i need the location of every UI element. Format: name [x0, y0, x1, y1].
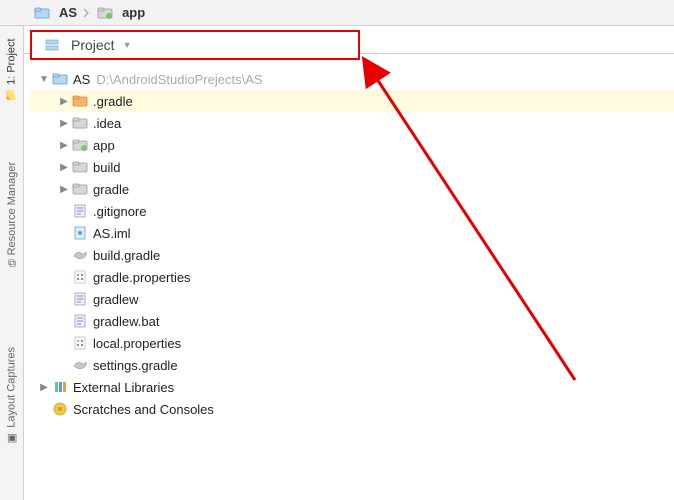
tree-label: External Libraries [73, 380, 174, 395]
tree-node-gitignore[interactable]: ▶ .gitignore [30, 200, 674, 222]
breadcrumb-label: app [122, 5, 145, 20]
tree-label: build [93, 160, 120, 175]
tree-node-build-gradle[interactable]: ▶ build.gradle [30, 244, 674, 266]
expander-closed-icon[interactable]: ▶ [58, 162, 70, 173]
properties-file-icon [72, 335, 88, 351]
tree-node-app[interactable]: ▶ app [30, 134, 674, 156]
side-tab-resource-manager[interactable]: ⧉ Resource Manager [4, 154, 20, 275]
tree-node-root[interactable]: ▼ AS D:\AndroidStudioPrejects\AS [30, 68, 674, 90]
tree-node-gradlew[interactable]: ▶ gradlew [30, 288, 674, 310]
tree-node-gradle[interactable]: ▶ gradle [30, 178, 674, 200]
tree-label: AS [73, 72, 90, 87]
tree-label: gradlew.bat [93, 314, 160, 329]
tree-node-gradle-dot[interactable]: ▶ .gradle [30, 90, 674, 112]
selector-label: Project [71, 37, 115, 53]
tree-hint: D:\AndroidStudioPrejects\AS [96, 72, 262, 87]
folder-icon [72, 159, 88, 175]
gradle-file-icon [72, 357, 88, 373]
tree-node-local-properties[interactable]: ▶ local.properties [30, 332, 674, 354]
side-tab-project[interactable]: 📁 1: Project [3, 30, 20, 110]
breadcrumb-label: AS [59, 5, 77, 20]
expander-closed-icon[interactable]: ▶ [38, 382, 50, 393]
project-folder-icon [52, 71, 68, 87]
side-tab-bar: 📁 1: Project ⧉ Resource Manager ▣ Layout… [0, 26, 24, 500]
chevron-right-icon [83, 8, 91, 18]
project-tab-icon: 📁 [5, 89, 18, 102]
tree-label: Scratches and Consoles [73, 402, 214, 417]
tree-label: app [93, 138, 115, 153]
breadcrumb-item-root[interactable]: AS [30, 5, 81, 21]
orange-folder-icon [72, 93, 88, 109]
tree-label: gradlew [93, 292, 139, 307]
module-folder-icon [97, 5, 113, 21]
text-file-icon [72, 291, 88, 307]
project-view-icon [44, 37, 60, 53]
expander-closed-icon[interactable]: ▶ [58, 96, 70, 107]
breadcrumb-item-app[interactable]: app [93, 5, 149, 21]
breadcrumb: AS app [0, 0, 674, 26]
tree-label: .gitignore [93, 204, 146, 219]
layout-captures-icon: ▣ [5, 432, 18, 445]
tree-node-external-libraries[interactable]: ▶ External Libraries [30, 376, 674, 398]
tree-label: build.gradle [93, 248, 160, 263]
text-file-icon [72, 203, 88, 219]
folder-icon [72, 115, 88, 131]
tree-label: AS.iml [93, 226, 131, 241]
expander-closed-icon[interactable]: ▶ [58, 140, 70, 151]
text-file-icon [72, 313, 88, 329]
tree-label: gradle.properties [93, 270, 191, 285]
side-tab-layout-captures[interactable]: ▣ Layout Captures [3, 339, 20, 453]
libraries-icon [52, 379, 68, 395]
tree-node-scratches[interactable]: ▶ Scratches and Consoles [30, 398, 674, 420]
gradle-file-icon [72, 247, 88, 263]
tree-node-settings-gradle[interactable]: ▶ settings.gradle [30, 354, 674, 376]
tree-node-gradle-properties[interactable]: ▶ gradle.properties [30, 266, 674, 288]
resource-manager-icon: ⧉ [8, 257, 16, 269]
folder-icon [34, 5, 50, 21]
expander-closed-icon[interactable]: ▶ [58, 118, 70, 129]
project-view-selector[interactable]: Project ▼ [30, 30, 360, 60]
tree-node-build[interactable]: ▶ build [30, 156, 674, 178]
module-folder-icon [72, 137, 88, 153]
project-tree: ▼ AS D:\AndroidStudioPrejects\AS ▶ .grad… [30, 66, 674, 500]
tree-label: .idea [93, 116, 121, 131]
tree-label: .gradle [93, 94, 133, 109]
tree-node-idea[interactable]: ▶ .idea [30, 112, 674, 134]
iml-file-icon [72, 225, 88, 241]
tree-node-as-iml[interactable]: ▶ AS.iml [30, 222, 674, 244]
tree-label: local.properties [93, 336, 181, 351]
expander-open-icon[interactable]: ▼ [38, 74, 50, 85]
tree-label: gradle [93, 182, 129, 197]
expander-closed-icon[interactable]: ▶ [58, 184, 70, 195]
tree-node-gradlew-bat[interactable]: ▶ gradlew.bat [30, 310, 674, 332]
folder-icon [72, 181, 88, 197]
scratches-icon [52, 401, 68, 417]
chevron-down-icon: ▼ [123, 40, 132, 50]
properties-file-icon [72, 269, 88, 285]
tree-label: settings.gradle [93, 358, 178, 373]
